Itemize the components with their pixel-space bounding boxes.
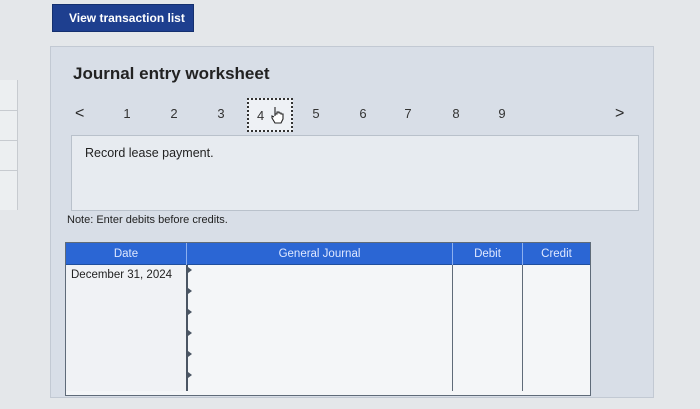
view-transaction-list-button[interactable]: View transaction list	[52, 4, 194, 32]
debit-input[interactable]	[453, 307, 522, 328]
debit-cell[interactable]	[452, 370, 522, 391]
debit-cell[interactable]	[452, 349, 522, 370]
credit-input[interactable]	[523, 265, 590, 286]
table-row: December 31, 2024	[66, 265, 590, 286]
date-cell	[66, 370, 186, 391]
nav-item-8[interactable]: 8	[446, 106, 466, 121]
credit-cell[interactable]	[522, 349, 590, 370]
debit-input[interactable]	[453, 265, 522, 286]
table-row	[66, 370, 590, 391]
nav-item-6[interactable]: 6	[353, 106, 373, 121]
journal-account-cell[interactable]	[186, 370, 452, 391]
credit-input[interactable]	[523, 328, 590, 349]
credit-input[interactable]	[523, 286, 590, 307]
debit-input[interactable]	[453, 370, 522, 391]
header-credit: Credit	[522, 243, 590, 265]
nav-item-7[interactable]: 7	[398, 106, 418, 121]
journal-account-input[interactable]	[188, 286, 452, 307]
credit-cell[interactable]	[522, 328, 590, 349]
debit-cell[interactable]	[452, 286, 522, 307]
journal-account-cell[interactable]	[186, 286, 452, 307]
credit-input[interactable]	[523, 307, 590, 328]
journal-entry-worksheet: Journal entry worksheet < 1 2 3 4 5 6 7 …	[50, 46, 654, 398]
header-debit: Debit	[452, 243, 522, 265]
table-row	[66, 286, 590, 307]
journal-table-header: Date General Journal Debit Credit	[66, 243, 590, 265]
nav-item-3[interactable]: 3	[211, 106, 231, 121]
date-cell: December 31, 2024	[66, 265, 186, 286]
transaction-description-box: Record lease payment.	[71, 135, 639, 211]
journal-account-cell[interactable]	[186, 307, 452, 328]
journal-account-input[interactable]	[188, 328, 452, 349]
credit-cell[interactable]	[522, 307, 590, 328]
date-cell	[66, 349, 186, 370]
header-general-journal: General Journal	[186, 243, 452, 265]
worksheet-title: Journal entry worksheet	[73, 64, 270, 83]
credit-cell[interactable]	[522, 286, 590, 307]
nav-item-2[interactable]: 2	[164, 106, 184, 121]
header-date: Date	[113, 248, 139, 260]
debit-cell[interactable]	[452, 265, 522, 286]
prev-arrow-icon[interactable]: <	[75, 105, 84, 123]
credit-input[interactable]	[523, 349, 590, 370]
journal-account-input[interactable]	[188, 265, 452, 286]
transaction-description: Record lease payment.	[85, 146, 214, 160]
date-cell	[66, 286, 186, 307]
journal-account-input[interactable]	[188, 349, 452, 370]
journal-account-cell[interactable]	[186, 349, 452, 370]
date-cell	[66, 307, 186, 328]
credit-input[interactable]	[523, 370, 590, 391]
journal-account-input[interactable]	[188, 370, 452, 391]
table-row	[66, 307, 590, 328]
debit-cell[interactable]	[452, 328, 522, 349]
credit-cell[interactable]	[522, 370, 590, 391]
nav-item-4-label: 4	[257, 108, 265, 123]
hand-pointer-icon	[271, 107, 284, 124]
entry-navigation: < 1 2 3 4 5 6 7 8 9 >	[51, 97, 655, 133]
date-cell	[66, 328, 186, 349]
journal-account-cell[interactable]	[186, 328, 452, 349]
debit-input[interactable]	[453, 349, 522, 370]
left-edge-panel	[0, 80, 18, 210]
table-row	[66, 349, 590, 370]
nav-item-5[interactable]: 5	[306, 106, 326, 121]
journal-account-input[interactable]	[188, 307, 452, 328]
nav-item-4[interactable]: 4	[247, 98, 293, 132]
journal-account-cell[interactable]	[186, 265, 452, 286]
next-arrow-icon[interactable]: >	[615, 105, 624, 123]
debit-input[interactable]	[453, 286, 522, 307]
debit-credit-note: Note: Enter debits before credits.	[67, 214, 228, 226]
nav-item-1[interactable]: 1	[117, 106, 137, 121]
table-row	[66, 328, 590, 349]
credit-cell[interactable]	[522, 265, 590, 286]
nav-item-9[interactable]: 9	[492, 106, 512, 121]
debit-input[interactable]	[453, 328, 522, 349]
journal-table: Date General Journal Debit Credit Decemb…	[65, 242, 591, 396]
debit-cell[interactable]	[452, 307, 522, 328]
